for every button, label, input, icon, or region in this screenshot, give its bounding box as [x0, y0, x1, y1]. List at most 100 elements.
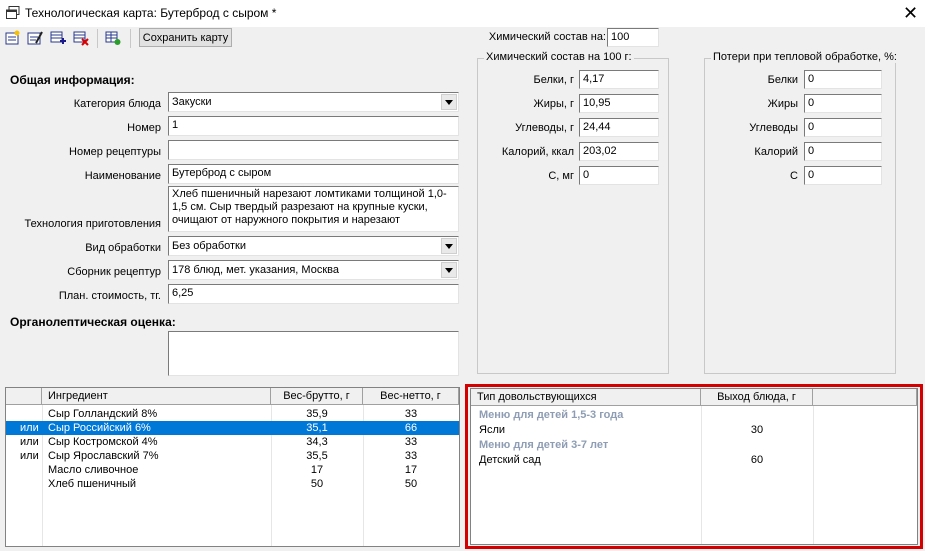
ingredient-prefix: или: [20, 436, 39, 448]
table-row[interactable]: или Сыр Ярославский 7% 35,5 33: [6, 449, 459, 463]
collection-value: 178 блюд, мет. указания, Москва: [172, 264, 339, 276]
consumer-type: Ясли: [479, 424, 506, 436]
table-row[interactable]: Хлеб пшеничный 50 50: [6, 477, 459, 491]
ingredient-name: Сыр Ярославский 7%: [48, 450, 159, 462]
output-value: [701, 438, 813, 452]
ingredient-name: Сыр Костромской 4%: [48, 436, 158, 448]
technology-textarea[interactable]: Хлеб пшеничный нарезают ломтиками толщин…: [168, 186, 459, 232]
category-row: Меню для детей 3-7 лет: [471, 438, 917, 452]
ingredient-net: 33: [404, 450, 418, 462]
col-header-prefix[interactable]: [6, 388, 42, 405]
close-icon[interactable]: ✕: [896, 0, 925, 27]
col-header-empty: [813, 389, 917, 406]
app-window-icon: [6, 6, 20, 19]
ingredient-name: Сыр Голландский 8%: [48, 408, 158, 420]
new-card-icon[interactable]: [3, 28, 23, 48]
ingredient-net: 33: [404, 408, 418, 420]
list-item[interactable]: Детский сад 60: [471, 453, 917, 467]
loss-label: Белки: [767, 74, 798, 86]
ingredient-gross: 17: [310, 464, 324, 476]
dish-name-label: Наименование: [84, 170, 161, 182]
loss-value-input[interactable]: 0: [804, 94, 882, 113]
loss-label: Калорий: [754, 146, 798, 158]
col-header-net[interactable]: Вес-нетто, г: [363, 388, 459, 405]
ingredient-net: 66: [404, 422, 418, 434]
processing-label: Вид обработки: [85, 242, 161, 254]
ingredient-net: 33: [404, 436, 418, 448]
output-value: [701, 408, 813, 422]
chevron-down-icon[interactable]: [441, 238, 457, 254]
ingredient-net: 50: [404, 478, 418, 490]
servings-grid[interactable]: Тип довольствующихся Выход блюда, г Меню…: [470, 388, 918, 545]
recipe-number-input[interactable]: [168, 140, 459, 160]
category-label: Меню для детей 3-7 лет: [479, 439, 609, 451]
window-title: Технологическая карта: Бутерброд с сыром…: [25, 6, 277, 20]
general-info-heading: Общая информация:: [10, 73, 135, 87]
loss-value-input[interactable]: 0: [804, 166, 882, 185]
chem-basis-label: Химический состав на:: [488, 31, 606, 43]
save-card-button[interactable]: Сохранить карту: [139, 28, 232, 47]
chem-label: C, мг: [548, 170, 574, 182]
loss-value-input[interactable]: 0: [804, 70, 882, 89]
chem-label: Углеводы, г: [515, 122, 574, 134]
cost-label: План. стоимость, тг.: [58, 290, 161, 302]
ingredients-grid[interactable]: Ингредиент Вес-брутто, г Вес-нетто, г Сы…: [5, 387, 460, 547]
col-header-gross[interactable]: Вес-брутто, г: [271, 388, 363, 405]
chevron-down-icon[interactable]: [441, 262, 457, 278]
edit-card-icon[interactable]: [25, 28, 45, 48]
loss-value-input[interactable]: 0: [804, 142, 882, 161]
losses-title: Потери при тепловой обработке, %:: [711, 51, 899, 63]
output-value: 60: [750, 454, 764, 466]
ingredient-gross: 35,9: [306, 408, 328, 420]
technology-label: Технология приготовления: [24, 218, 161, 230]
chem-basis-input[interactable]: 100: [607, 28, 659, 47]
chevron-down-icon[interactable]: [441, 94, 457, 110]
category-row: Меню для детей 1,5-3 года: [471, 408, 917, 422]
cost-input[interactable]: 6,25: [168, 284, 459, 304]
organoleptic-textarea[interactable]: [168, 331, 459, 376]
title-bar: Технологическая карта: Бутерброд с сыром…: [0, 0, 925, 27]
col-header-output[interactable]: Выход блюда, г: [701, 389, 813, 406]
collection-select[interactable]: 178 блюд, мет. указания, Москва: [168, 260, 459, 280]
dish-name-input[interactable]: Бутерброд с сыром: [168, 164, 459, 184]
chem-label: Жиры, г: [533, 98, 574, 110]
ingredient-name: Сыр Российский 6%: [48, 422, 151, 434]
toolbar-separator: [97, 29, 98, 48]
number-label: Номер: [127, 122, 161, 134]
add-row-icon[interactable]: [48, 28, 68, 48]
chem-label: Белки, г: [533, 74, 574, 86]
ingredient-net: 17: [404, 464, 418, 476]
ingredient-prefix: или: [20, 450, 39, 462]
table-row[interactable]: или Сыр Костромской 4% 34,3 33: [6, 435, 459, 449]
add-table-icon[interactable]: [103, 28, 123, 48]
number-input[interactable]: 1: [168, 116, 459, 136]
loss-label: Углеводы: [749, 122, 798, 134]
chem-value-input[interactable]: 4,17: [579, 70, 659, 89]
chem-value-input[interactable]: 10,95: [579, 94, 659, 113]
category-label: Меню для детей 1,5-3 года: [479, 409, 624, 421]
list-item[interactable]: Ясли 30: [471, 423, 917, 437]
delete-row-icon[interactable]: [71, 28, 91, 48]
table-row[interactable]: Сыр Голландский 8% 35,9 33: [6, 407, 459, 421]
col-header-consumer-type[interactable]: Тип довольствующихся: [471, 389, 701, 406]
table-row[interactable]: Масло сливочное 17 17: [6, 463, 459, 477]
loss-label: Жиры: [767, 98, 798, 110]
ingredient-name: Хлеб пшеничный: [48, 478, 137, 490]
chem-label: Калорий, ккал: [501, 146, 574, 158]
loss-value-input[interactable]: 0: [804, 118, 882, 137]
loss-label: C: [790, 170, 798, 182]
category-select[interactable]: Закуски: [168, 92, 459, 112]
processing-select[interactable]: Без обработки: [168, 236, 459, 256]
ingredient-prefix: или: [20, 422, 39, 434]
chem-value-input[interactable]: 203,02: [579, 142, 659, 161]
organoleptic-heading: Органолептическая оценка:: [10, 315, 176, 329]
category-value: Закуски: [172, 96, 212, 108]
chem-value-input[interactable]: 0: [579, 166, 659, 185]
table-row[interactable]: или Сыр Российский 6% 35,1 66: [6, 421, 459, 435]
processing-value: Без обработки: [172, 240, 247, 252]
recipe-number-label: Номер рецептуры: [69, 146, 161, 158]
chem-per100-title: Химический состав на 100 г:: [484, 51, 634, 63]
ingredient-gross: 34,3: [306, 436, 328, 448]
col-header-ingredient[interactable]: Ингредиент: [42, 388, 271, 405]
chem-value-input[interactable]: 24,44: [579, 118, 659, 137]
